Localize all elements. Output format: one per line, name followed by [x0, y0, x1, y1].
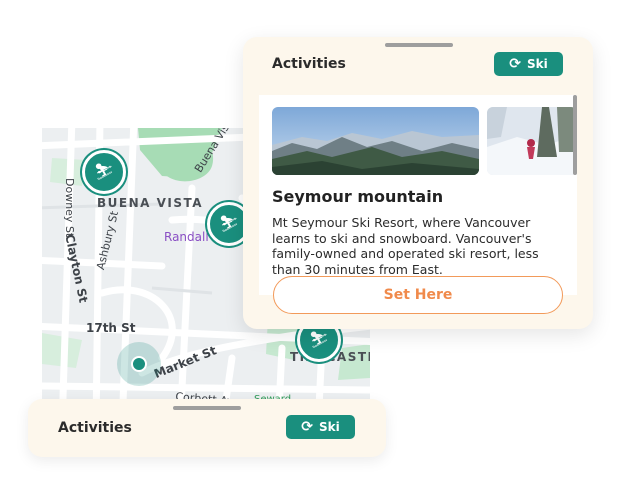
skier-icon: ⛷	[308, 330, 330, 349]
drag-handle[interactable]	[173, 406, 241, 410]
panel-title: Activities	[272, 56, 346, 72]
activity-description: Mt Seymour Ski Resort, where Vancouver l…	[272, 215, 539, 277]
refresh-icon: ⟳	[509, 56, 521, 72]
activity-card[interactable]: Seymour mountain Mt Seymour Ski Resort, …	[259, 95, 577, 295]
activity-title: Seymour mountain	[272, 187, 444, 206]
drag-handle[interactable]	[385, 43, 453, 47]
activities-bottom-sheet[interactable]: Activities ⟳ Ski	[28, 399, 386, 457]
map-label-neighborhood: BUENA VISTA	[97, 196, 204, 210]
ski-photo[interactable]	[487, 107, 577, 175]
ski-filter-button[interactable]: ⟳ Ski	[286, 415, 355, 439]
skier-icon: ⛷	[218, 214, 240, 233]
ski-filter-button[interactable]: ⟳ Ski	[494, 52, 563, 76]
ski-filter-label: Ski	[526, 57, 548, 71]
activity-detail-panel: Activities ⟳ Ski Seymour mountain Mt Sey…	[243, 37, 593, 329]
refresh-icon: ⟳	[301, 419, 313, 435]
ski-location-pin[interactable]: ⛷	[82, 150, 126, 194]
map-label-street: 17th St	[86, 321, 136, 335]
ski-filter-label: Ski	[318, 420, 340, 434]
skier-icon: ⛷	[93, 162, 115, 181]
map-label-street: Downey St	[63, 178, 76, 238]
set-here-button[interactable]: Set Here	[273, 276, 563, 314]
carousel-scrollbar[interactable]	[573, 95, 577, 175]
map-label-park: Randall	[164, 230, 209, 244]
sheet-title: Activities	[58, 420, 132, 436]
current-location-dot	[131, 356, 147, 372]
mountain-photo[interactable]	[272, 107, 479, 175]
